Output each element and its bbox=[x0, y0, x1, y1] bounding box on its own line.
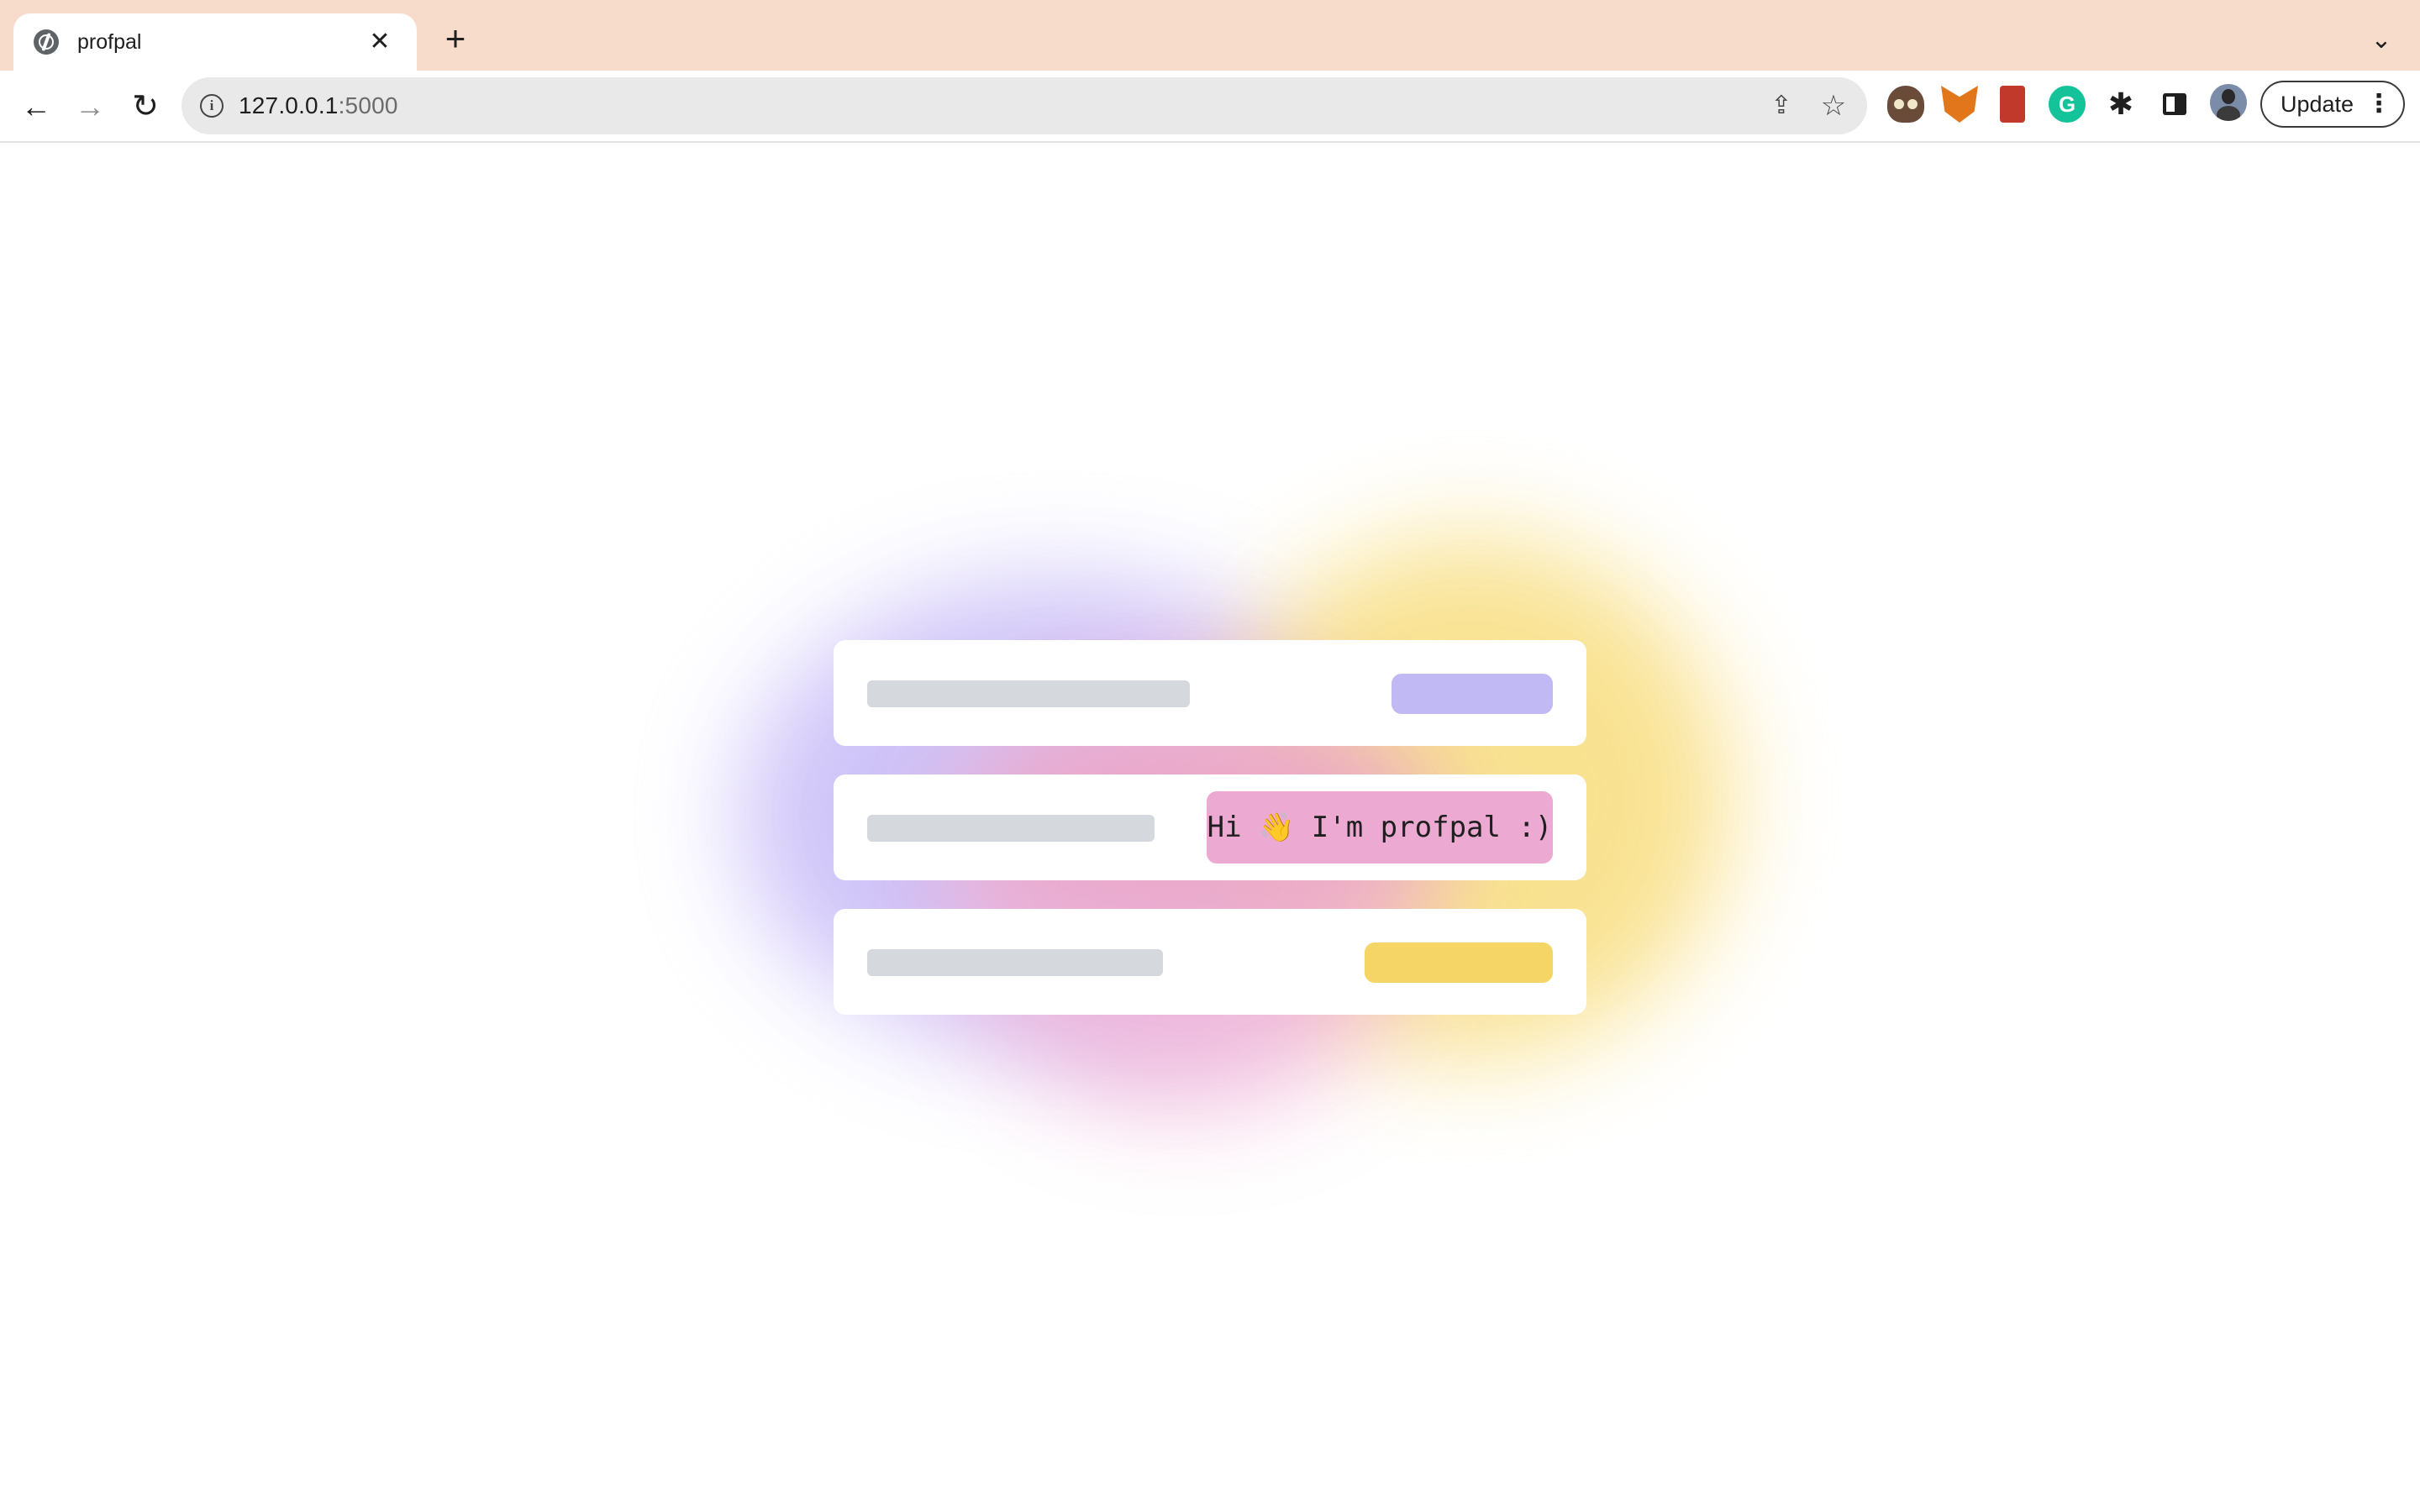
grammarly-icon[interactable]: G bbox=[2049, 86, 2086, 123]
update-button[interactable]: Update ⋮ bbox=[2260, 81, 2405, 128]
tab-strip: profpal ✕ + ⌄ bbox=[0, 0, 2420, 71]
owl-extension-icon[interactable] bbox=[1887, 86, 1924, 123]
profile-avatar[interactable] bbox=[2210, 84, 2247, 121]
bookmark-star-icon[interactable]: ☆ bbox=[1817, 89, 1850, 123]
update-button-label: Update bbox=[2281, 92, 2354, 117]
purple-pill bbox=[1392, 674, 1553, 714]
forward-button[interactable]: → bbox=[71, 87, 109, 126]
url-port: :5000 bbox=[338, 92, 398, 118]
tab-close-icon[interactable]: ✕ bbox=[363, 25, 397, 59]
url-host: 127.0.0.1 bbox=[239, 92, 339, 118]
url-text[interactable]: 127.0.0.1:5000 bbox=[239, 92, 398, 119]
browser-tab[interactable]: profpal ✕ bbox=[13, 13, 417, 71]
extensions-puzzle-icon[interactable]: ✱ bbox=[2102, 86, 2139, 123]
greeting-pill: Hi 👋 I'm profpal :) bbox=[1207, 791, 1553, 864]
placeholder-bar bbox=[867, 815, 1155, 842]
placeholder-bar bbox=[867, 949, 1163, 976]
tab-title: profpal bbox=[77, 29, 142, 54]
globe-icon bbox=[34, 29, 59, 55]
kebab-menu-icon[interactable]: ⋮ bbox=[2366, 82, 2391, 126]
card-row-3 bbox=[834, 909, 1586, 1015]
site-info-icon[interactable]: i bbox=[200, 94, 224, 118]
placeholder-bar bbox=[867, 680, 1190, 707]
tab-search-chevron-icon[interactable]: ⌄ bbox=[2363, 22, 2400, 59]
back-button[interactable]: ← bbox=[17, 87, 55, 126]
card-row-1 bbox=[834, 640, 1586, 746]
book-extension-icon[interactable] bbox=[2000, 86, 2025, 123]
reload-button[interactable]: ↻ bbox=[126, 87, 165, 126]
card-row-2: Hi 👋 I'm profpal :) bbox=[834, 774, 1586, 880]
side-panel-icon[interactable] bbox=[2156, 86, 2193, 123]
yellow-pill bbox=[1365, 942, 1553, 983]
address-bar[interactable]: i 127.0.0.1:5000 ⇪ ☆ bbox=[182, 77, 1867, 134]
new-tab-button[interactable]: + bbox=[435, 20, 476, 60]
share-icon[interactable]: ⇪ bbox=[1765, 89, 1798, 123]
